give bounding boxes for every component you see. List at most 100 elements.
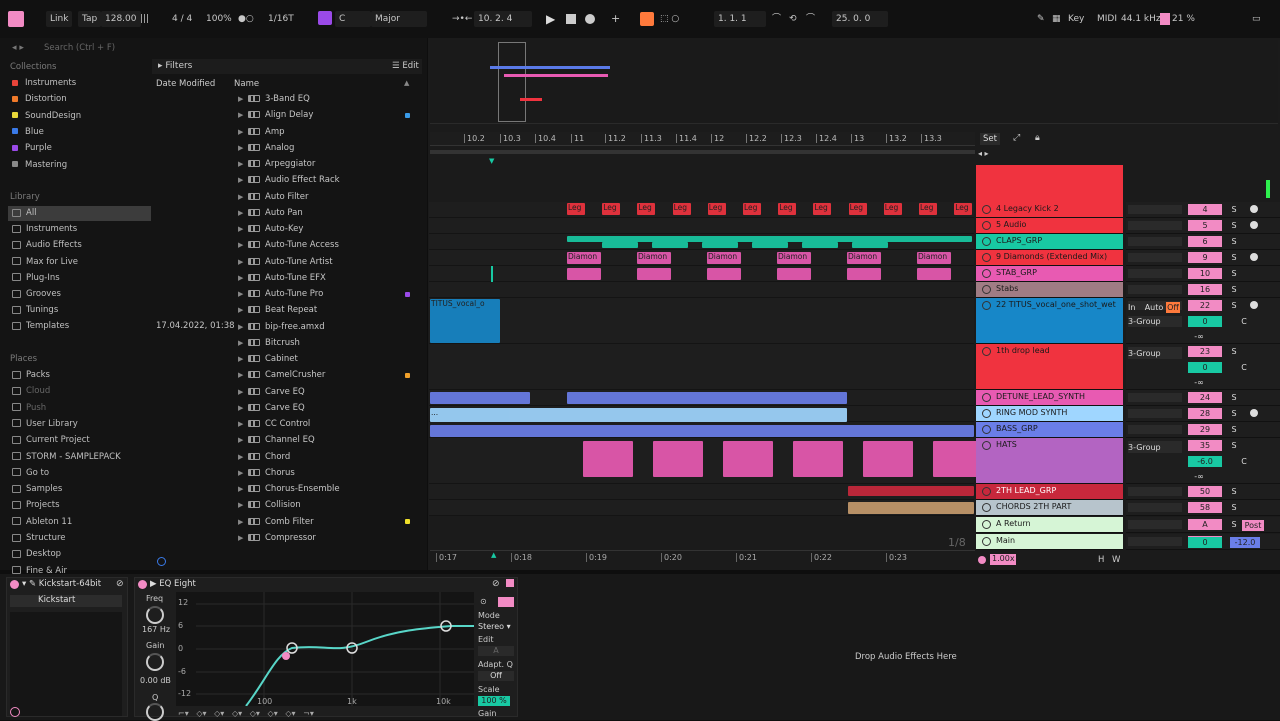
browser-item[interactable]: ▶ Beat Repeat [238, 303, 317, 317]
expand-arrow-icon[interactable]: ▶ [238, 141, 248, 155]
track-name[interactable]: DETUNE_LEAD_SYNTH [996, 392, 1085, 401]
library-item[interactable]: Grooves [12, 287, 61, 301]
pan-center[interactable]: C [1236, 362, 1252, 373]
clip[interactable]: Diamon [707, 252, 741, 264]
solo-button[interactable]: S [1226, 440, 1242, 451]
track-name[interactable]: BASS_GRP [996, 424, 1038, 433]
clip[interactable] [652, 242, 688, 248]
clip[interactable]: Leg [672, 203, 691, 215]
library-item[interactable]: Templates [12, 319, 69, 333]
clip[interactable] [602, 242, 638, 248]
zoom-field[interactable]: 100% [206, 11, 232, 27]
track-volume[interactable]: 22 [1188, 300, 1222, 311]
clip[interactable]: ... [430, 408, 847, 422]
track-name[interactable]: RING MOD SYNTH [996, 408, 1067, 417]
send-value[interactable]: -∞ [1188, 471, 1210, 482]
output-select[interactable]: 3-Group [1128, 316, 1182, 327]
track-volume[interactable]: 24 [1188, 392, 1222, 403]
clip[interactable] [637, 268, 671, 280]
insert-marker-icon[interactable]: ▼ [489, 157, 494, 165]
clip[interactable] [707, 268, 741, 280]
track-activator-icon[interactable] [982, 425, 991, 434]
solo-button[interactable]: S [1226, 486, 1242, 497]
track-volume[interactable]: 16 [1188, 284, 1222, 295]
clip[interactable] [863, 441, 913, 477]
track-volume[interactable]: 6 [1188, 236, 1222, 247]
browser-item[interactable]: ▶ Auto-Tune Artist [238, 255, 333, 269]
track-header[interactable]: Stabs [976, 282, 1123, 298]
live-logo-icon[interactable] [8, 11, 24, 27]
column-name[interactable]: Name [234, 79, 259, 89]
rack-options-icon[interactable]: ⊘ [116, 579, 124, 589]
capture-icon[interactable]: ⬚ ○ [660, 11, 679, 27]
track-activator-icon[interactable] [982, 205, 991, 214]
clip[interactable] [723, 441, 773, 477]
clip[interactable]: Leg [778, 203, 797, 215]
sort-asc-icon[interactable]: ▲ [404, 79, 409, 87]
expand-arrow-icon[interactable]: ▶ [238, 271, 248, 285]
clip[interactable] [847, 268, 881, 280]
browser-item[interactable]: ▶ bip-free.amxd [238, 320, 325, 334]
freq-value[interactable]: 167 Hz [142, 625, 170, 634]
key-map-button[interactable]: Key [1068, 11, 1084, 27]
track-volume[interactable]: A [1188, 519, 1222, 530]
browser-item[interactable]: ▶ Analog [238, 141, 294, 155]
places-item[interactable]: Push [12, 401, 46, 415]
track-volume[interactable]: 23 [1188, 346, 1222, 357]
clip[interactable] [848, 486, 974, 496]
volume-field[interactable]: -6.0 [1188, 456, 1222, 467]
clip[interactable] [848, 502, 974, 514]
eq-analyzer-icon[interactable] [498, 597, 514, 607]
expand-arrow-icon[interactable]: ▶ [238, 320, 248, 334]
clip[interactable]: Diamon [567, 252, 601, 264]
library-item[interactable]: All [12, 206, 37, 220]
mode-select[interactable]: Stereo ▾ [478, 622, 511, 631]
expand-icon[interactable]: ⤢ [1013, 133, 1020, 143]
clip[interactable] [793, 441, 843, 477]
clip[interactable] [702, 242, 738, 248]
rack-macro-icon[interactable] [10, 707, 20, 717]
track-lane[interactable] [429, 282, 974, 298]
track-activator-icon[interactable] [982, 441, 991, 450]
pan-center[interactable]: C [1236, 316, 1252, 327]
overview-strip[interactable] [430, 40, 1278, 124]
q-knob[interactable] [146, 703, 164, 721]
output-select[interactable]: 3-Group [1128, 348, 1182, 359]
tap-button[interactable]: Tap [78, 11, 102, 27]
track-activator-icon[interactable] [982, 503, 991, 512]
track-volume[interactable]: 35 [1188, 440, 1222, 451]
solo-button[interactable]: S [1226, 236, 1242, 247]
browser-item[interactable]: ▶ Align Delay [238, 108, 313, 122]
track-lane[interactable] [429, 266, 974, 282]
places-item[interactable]: User Library [12, 417, 78, 431]
solo-button[interactable]: S [1226, 204, 1242, 215]
clip[interactable]: Leg [567, 203, 585, 215]
expand-arrow-icon[interactable]: ▶ [238, 190, 248, 204]
main-pan[interactable]: 0 [1188, 537, 1222, 548]
track-header[interactable]: Main [976, 534, 1123, 550]
browser-item[interactable]: ▶ Bitcrush [238, 336, 300, 350]
track-activator-icon[interactable] [982, 221, 991, 230]
places-item[interactable]: Go to [12, 466, 49, 480]
clip[interactable]: Diamon [777, 252, 811, 264]
arm-button[interactable] [1250, 409, 1258, 417]
expand-arrow-icon[interactable]: ▶ [238, 352, 248, 366]
clip[interactable]: Diamon [637, 252, 671, 264]
send-value[interactable]: -∞ [1188, 331, 1210, 342]
punch-in-icon[interactable]: ⌒ [772, 11, 781, 27]
overdub-icon[interactable]: + [611, 11, 620, 27]
track-activator-icon[interactable] [982, 285, 991, 294]
column-date-modified[interactable]: Date Modified [156, 79, 215, 89]
solo-button[interactable]: S [1226, 284, 1242, 295]
collection-item[interactable]: SoundDesign [12, 109, 81, 123]
track-header[interactable]: HATS [976, 438, 1123, 484]
track-header[interactable]: 9 Diamonds (Extended Mix) [976, 250, 1123, 266]
clip[interactable]: Leg [954, 203, 973, 215]
places-item[interactable]: Projects [12, 498, 60, 512]
arm-button[interactable] [1250, 301, 1258, 309]
places-item[interactable]: Fine & Air [12, 564, 67, 578]
expand-arrow-icon[interactable]: ▶ [238, 238, 248, 252]
expand-arrow-icon[interactable]: ▶ [238, 498, 248, 512]
expand-arrow-icon[interactable]: ▶ [238, 255, 248, 269]
track-volume[interactable]: 10 [1188, 268, 1222, 279]
